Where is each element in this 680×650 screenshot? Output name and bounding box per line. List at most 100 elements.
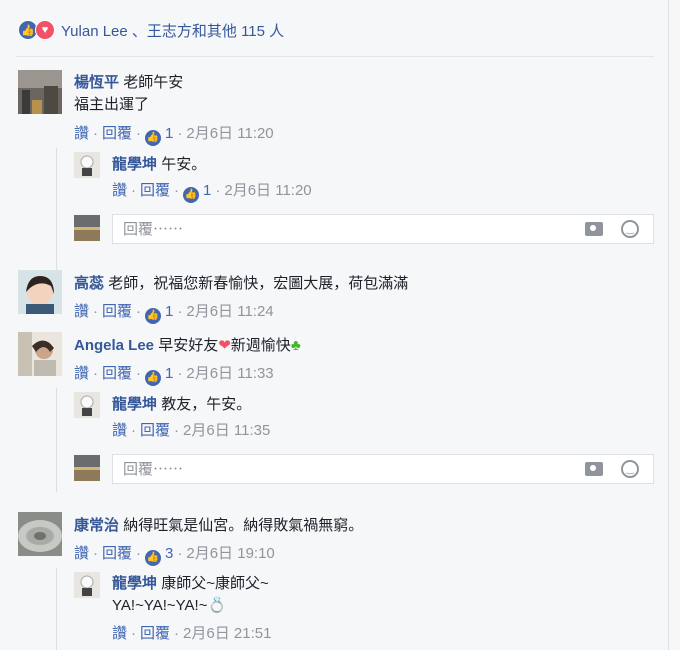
emoji-icon[interactable]: ‿ (621, 460, 639, 478)
timestamp[interactable]: 2月6日 11:24 (186, 303, 273, 320)
like-count-icon: 👍 (145, 308, 162, 324)
reply-button[interactable]: 回覆 (102, 125, 132, 142)
comment-actions: 讚 · 回覆 · 👍 3 · 2月6日 19:10 (74, 542, 275, 566)
commenter-name[interactable]: 康常治 (74, 517, 119, 534)
like-button[interactable]: 讚 (74, 365, 89, 382)
reply-button[interactable]: 回覆 (102, 303, 132, 320)
comments-panel: 👍 ♥ Yulan Lee 、王志方和其他 115 人 楊恆平 老師午安 福主出… (0, 0, 669, 650)
like-count-icon: 👍 (145, 550, 162, 566)
commenter-name[interactable]: 龍學坤 (112, 156, 157, 173)
reply-input-box[interactable]: ‿ (112, 214, 654, 244)
avatar[interactable] (18, 332, 62, 376)
like-count-icon: 👍 (183, 187, 200, 203)
reaction-names-link[interactable]: Yulan Lee 、王志方和其他 115 人 (61, 20, 284, 41)
comment-text-after: 新週愉快 (230, 337, 291, 354)
current-user-avatar (74, 455, 100, 481)
comment-text: 康師父~康師父~ (161, 575, 269, 592)
comment-text: 教友，午安。 (161, 396, 252, 413)
avatar[interactable] (74, 572, 100, 598)
separator: · (93, 545, 99, 562)
reply-input[interactable] (121, 220, 525, 239)
reply-input[interactable] (121, 460, 525, 479)
divider (16, 56, 654, 57)
current-user-avatar (74, 215, 100, 241)
separator: · (136, 125, 142, 142)
commenter-name[interactable]: Angela Lee (74, 337, 154, 354)
separator: · (131, 422, 137, 439)
reply-button[interactable]: 回覆 (140, 422, 170, 439)
separator: · (215, 182, 221, 199)
comment-actions: 讚 · 回覆 · 👍 1 · 2月6日 11:33 (74, 362, 274, 386)
comment-actions: 讚 · 回覆 · 👍 1 · 2月6日 11:20 (112, 179, 312, 203)
avatar[interactable] (18, 270, 62, 314)
emoji-icon[interactable]: ‿ (621, 220, 639, 238)
reply-thread-line (56, 388, 57, 492)
commenter-name[interactable]: 楊恆平 (74, 74, 119, 91)
reply-button[interactable]: 回覆 (102, 365, 132, 382)
camera-icon[interactable] (585, 462, 603, 476)
like-count[interactable]: 1 (165, 125, 173, 142)
like-count[interactable]: 1 (165, 303, 173, 320)
separator: · (131, 625, 137, 642)
like-button[interactable]: 讚 (112, 422, 127, 439)
comment-actions: 讚 · 回覆 · 👍 1 · 2月6日 11:24 (74, 300, 274, 324)
ring-emoji-icon: 💍 (207, 597, 227, 614)
heart-emoji-icon: ❤ (218, 337, 231, 354)
comment-actions: 讚 · 回覆 · 2月6日 21:51 (112, 622, 271, 643)
separator: · (136, 365, 142, 382)
separator: · (93, 303, 99, 320)
separator: · (177, 303, 183, 320)
reply-input-box[interactable]: ‿ (112, 454, 654, 484)
separator: · (174, 182, 180, 199)
avatar[interactable] (74, 392, 100, 418)
like-button[interactable]: 讚 (74, 303, 89, 320)
like-button[interactable]: 讚 (112, 625, 127, 642)
commenter-name[interactable]: 高蕊 (74, 275, 104, 292)
comment-text-line2: 福主出運了 (74, 96, 150, 113)
avatar[interactable] (74, 152, 100, 178)
like-button[interactable]: 讚 (74, 545, 89, 562)
timestamp[interactable]: 2月6日 11:33 (186, 365, 273, 382)
like-button[interactable]: 讚 (112, 182, 127, 199)
avatar[interactable] (18, 70, 62, 114)
sprout-emoji-icon: ♣ (290, 337, 301, 354)
separator: · (131, 182, 137, 199)
separator: · (174, 625, 180, 642)
commenter-name[interactable]: 龍學坤 (112, 396, 157, 413)
comment-text: 老師午安 (123, 74, 184, 91)
timestamp[interactable]: 2月6日 11:35 (183, 422, 270, 439)
comment-text: 納得旺氣是仙宮。納得敗氣禍無窮。 (123, 517, 364, 534)
reactions-summary[interactable]: 👍 ♥ Yulan Lee 、王志方和其他 115 人 (18, 18, 284, 42)
like-button[interactable]: 讚 (74, 125, 89, 142)
reply-thread-line (56, 568, 57, 650)
commenter-name[interactable]: 龍學坤 (112, 575, 157, 592)
reply-button[interactable]: 回覆 (102, 545, 132, 562)
comment-actions: 讚 · 回覆 · 👍 1 · 2月6日 11:20 (74, 122, 274, 146)
separator: · (93, 125, 99, 142)
separator: · (177, 365, 183, 382)
comment-actions: 讚 · 回覆 · 2月6日 11:35 (112, 419, 270, 440)
camera-icon[interactable] (585, 222, 603, 236)
separator: · (177, 545, 183, 562)
like-count-icon: 👍 (145, 370, 162, 386)
separator: · (136, 545, 142, 562)
avatar[interactable] (18, 512, 62, 556)
timestamp[interactable]: 2月6日 21:51 (183, 625, 271, 642)
comment-text-line2: YA!~YA!~YA!~ (112, 597, 208, 614)
separator: · (174, 422, 180, 439)
reply-button[interactable]: 回覆 (140, 182, 170, 199)
like-count[interactable]: 1 (165, 365, 173, 382)
like-count[interactable]: 1 (203, 182, 211, 199)
reactors-others-text[interactable]: 、王志方和其他 115 人 (132, 23, 284, 40)
love-reaction-icon: ♥ (35, 20, 55, 40)
timestamp[interactable]: 2月6日 19:10 (186, 545, 274, 562)
separator: · (93, 365, 99, 382)
separator: · (177, 125, 183, 142)
like-count-icon: 👍 (145, 130, 162, 146)
reply-button[interactable]: 回覆 (140, 625, 170, 642)
like-count[interactable]: 3 (165, 545, 173, 562)
timestamp[interactable]: 2月6日 11:20 (224, 182, 311, 199)
separator: · (136, 303, 142, 320)
timestamp[interactable]: 2月6日 11:20 (186, 125, 273, 142)
reactor-name-link[interactable]: Yulan Lee (61, 23, 128, 40)
